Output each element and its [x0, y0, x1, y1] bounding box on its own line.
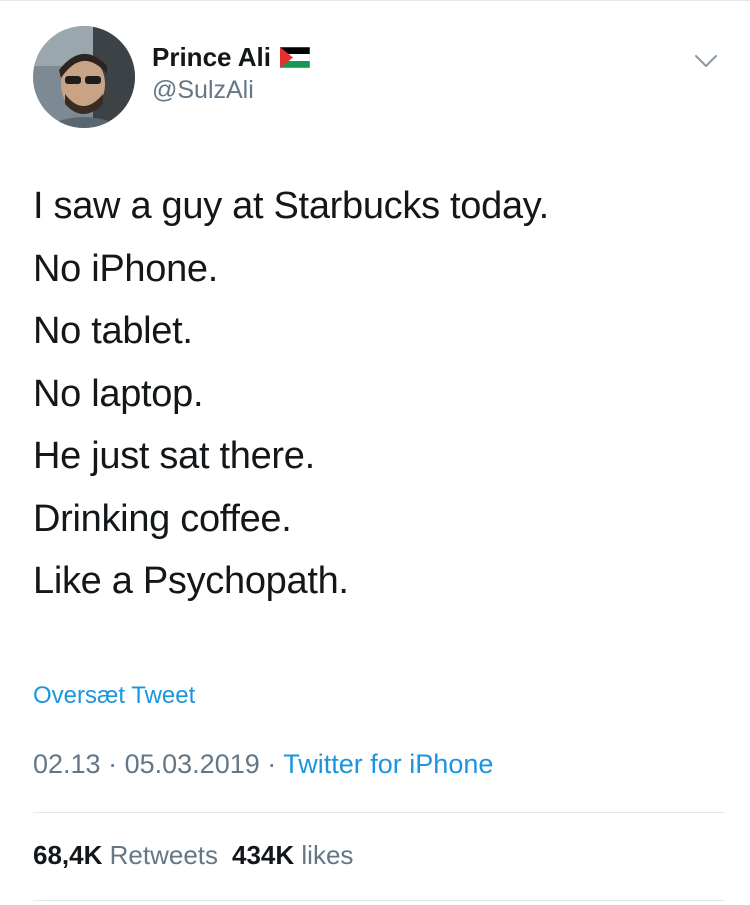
tweet-text: I saw a guy at Starbucks today. No iPhon… [33, 175, 723, 613]
tweet-line: No iPhone. [33, 247, 219, 290]
display-name[interactable]: Prince Ali [152, 42, 271, 73]
chevron-down-icon[interactable] [693, 48, 719, 74]
author-handle[interactable]: @SulzAli [152, 76, 310, 105]
likes-stat[interactable]: 434K likes [232, 840, 353, 870]
translate-tweet-link[interactable]: Oversæt Tweet [33, 682, 195, 710]
tweet-date[interactable]: 05.03.2019 [125, 749, 260, 779]
meta-separator: · [108, 749, 118, 779]
tweet-meta: 02.13 · 05.03.2019 · Twitter for iPhone [33, 749, 493, 780]
avatar-image [33, 26, 135, 128]
tweet-line: He just sat there. [33, 435, 315, 477]
retweets-stat[interactable]: 68,4K Retweets [33, 840, 218, 870]
likes-label: likes [301, 840, 354, 870]
divider [33, 900, 725, 901]
meta-separator: · [267, 749, 277, 779]
palestine-flag-icon [279, 46, 311, 68]
tweet-time: 02.13 [33, 749, 101, 779]
top-border [0, 0, 750, 1]
tweet-line: I saw a guy at Starbucks today. [33, 185, 549, 227]
tweet-line: Drinking coffee. [33, 497, 292, 540]
tweet-header: Prince Ali @SulzAli [33, 26, 733, 130]
tweet-line: No laptop. [33, 372, 204, 415]
tweet-source-link[interactable]: Twitter for iPhone [283, 749, 493, 779]
avatar[interactable] [33, 26, 135, 128]
retweets-label: Retweets [109, 840, 219, 870]
tweet-line: Like a Psychopath. [33, 560, 349, 602]
tweet-stats: 68,4K Retweets 434K likes [33, 840, 353, 871]
author-info: Prince Ali @SulzAli [152, 40, 311, 105]
divider [33, 812, 725, 813]
display-name-row: Prince Ali [152, 40, 311, 74]
retweets-count: 68,4K [33, 840, 103, 870]
likes-count: 434K [232, 840, 295, 870]
tweet-line: No tablet. [33, 310, 193, 352]
